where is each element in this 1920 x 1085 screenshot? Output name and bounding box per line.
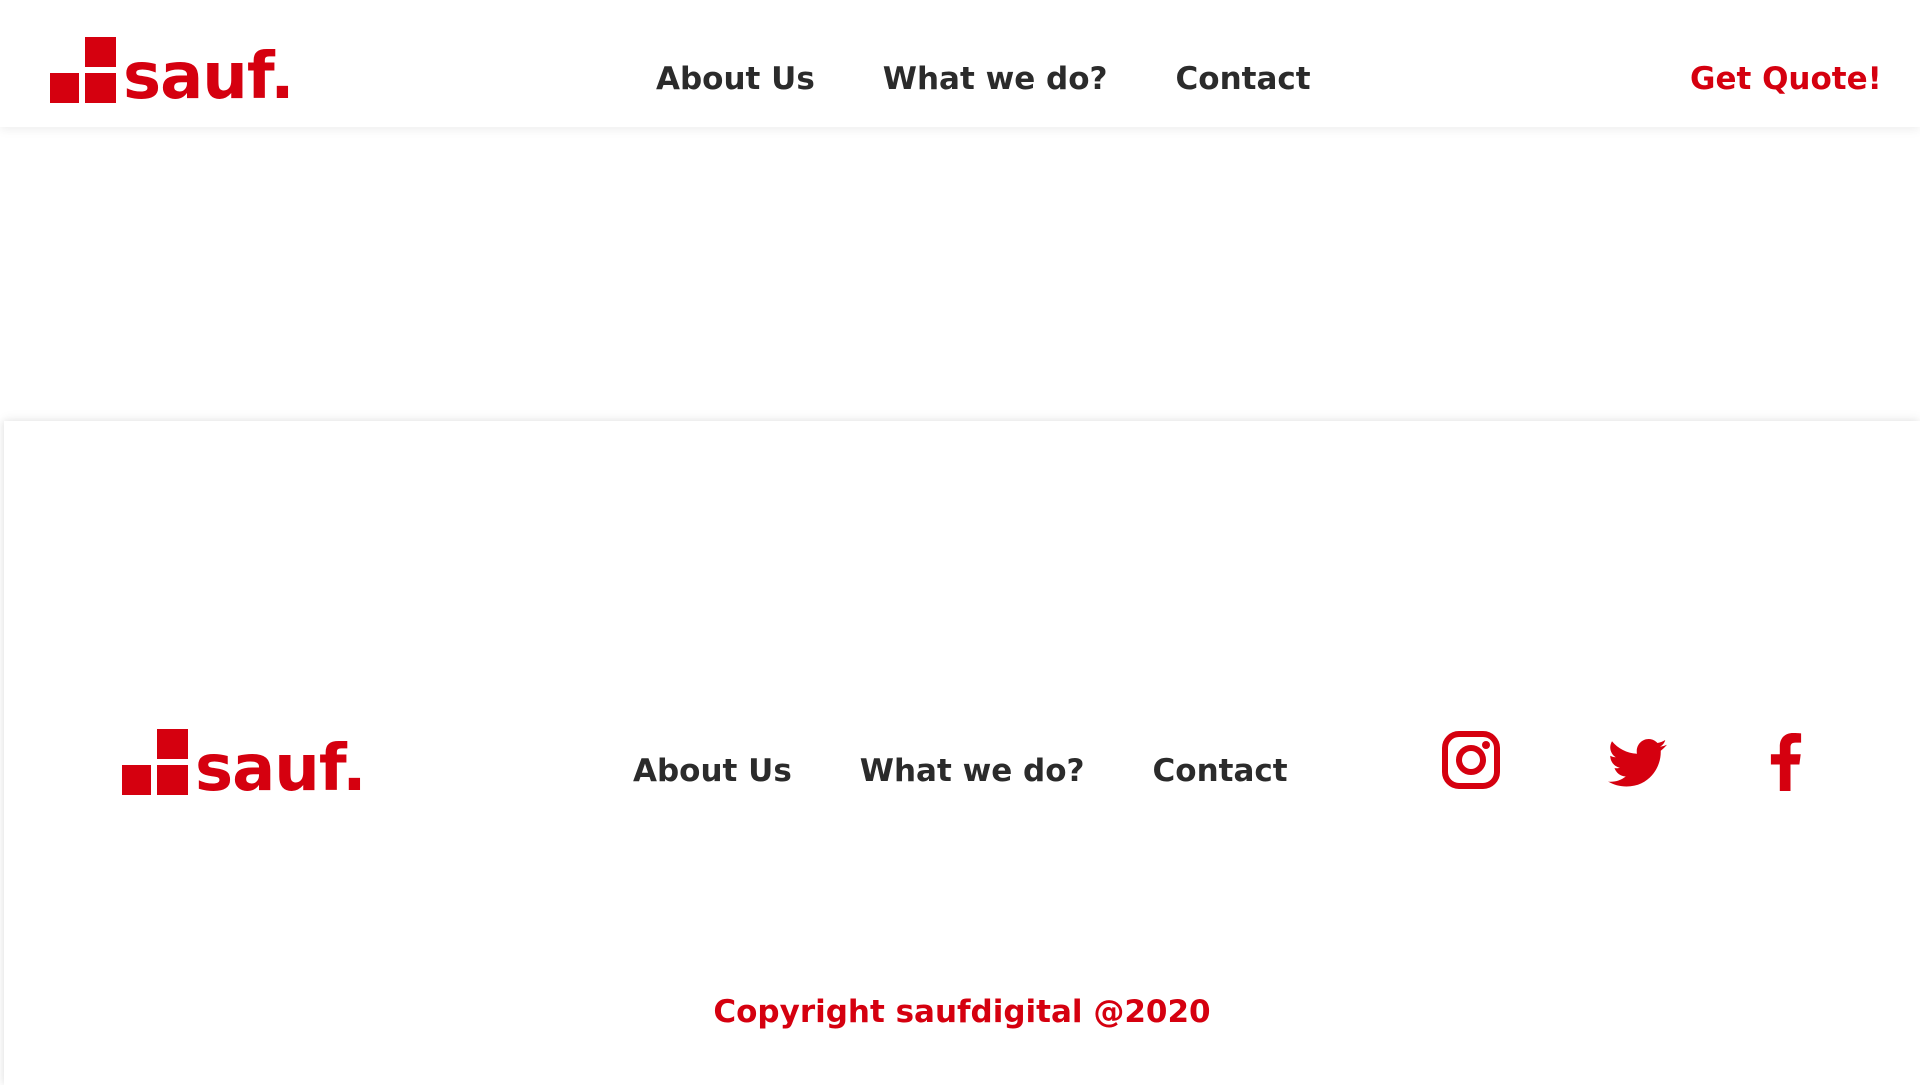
footer-nav-contact[interactable]: Contact <box>1153 753 1288 789</box>
header-logo[interactable]: sauf. <box>50 37 294 114</box>
footer-nav-about-us[interactable]: About Us <box>633 753 792 789</box>
nav-contact[interactable]: Contact <box>1176 61 1311 97</box>
instagram-icon[interactable] <box>1442 731 1500 789</box>
copyright-text: Copyright saufdigital @2020 <box>713 994 1211 1030</box>
twitter-icon[interactable] <box>1608 739 1668 789</box>
footer-nav-what-we-do[interactable]: What we do? <box>860 753 1085 789</box>
logo-wordmark: sauf. <box>195 732 366 806</box>
footer-logo[interactable]: sauf. <box>122 729 366 806</box>
nav-what-we-do[interactable]: What we do? <box>883 61 1108 97</box>
nav-about-us[interactable]: About Us <box>656 61 815 97</box>
page: sauf. About Us What we do? Contact Get Q… <box>0 0 1920 1085</box>
facebook-icon[interactable] <box>1770 733 1802 791</box>
site-header: sauf. About Us What we do? Contact Get Q… <box>0 0 1920 127</box>
logo-blocks-icon <box>50 37 116 103</box>
header-nav: About Us What we do? Contact <box>656 61 1379 97</box>
site-footer: sauf. About Us What we do? Contact Copyr… <box>4 421 1920 1085</box>
get-quote-link[interactable]: Get Quote! <box>1690 61 1882 97</box>
logo-blocks-icon <box>122 729 188 795</box>
logo-wordmark: sauf. <box>123 40 294 114</box>
footer-nav: About Us What we do? Contact <box>633 753 1356 789</box>
